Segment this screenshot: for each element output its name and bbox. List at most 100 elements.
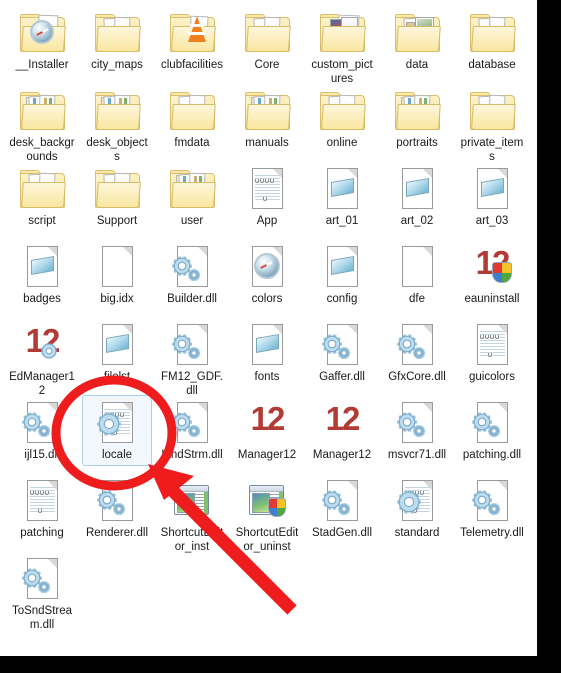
folder-front [396,104,441,130]
paper-fold-corner [273,325,282,334]
file-item[interactable]: ijl15.dll [7,395,77,465]
file-item[interactable]: App [232,161,302,231]
item-label: big.idx [100,293,134,305]
book-paper-icon [243,320,291,368]
gear-icon-small [188,347,200,359]
book-icon [106,333,129,354]
file-item[interactable]: guicolors [457,317,527,387]
item-label: Manager12 [237,449,297,461]
file-item[interactable]: LtndStrm.dll [157,395,227,465]
file-item[interactable]: 12 EdManager12 [7,317,77,400]
gear-paper-icon [393,398,441,446]
folder-item[interactable]: private_items [457,83,527,166]
folder-item[interactable]: clubfacilities [157,5,227,75]
gear-paper-icon [18,398,66,446]
file-item[interactable]: colors [232,239,302,309]
file-item[interactable]: patching [7,473,77,543]
file-item[interactable]: dfe [382,239,452,309]
folder-item[interactable]: Core [232,5,302,75]
item-label: guicolors [468,371,516,383]
file-item[interactable]: ShortcutEditor_uninst [232,473,302,556]
file-item[interactable]: patching.dll [457,395,527,465]
file-item[interactable]: Renderer.dll [82,473,152,543]
gear-icon [41,343,57,359]
folder-item[interactable]: desk_backgrounds [7,83,77,166]
file-item[interactable]: art_02 [382,161,452,231]
file-item[interactable]: Builder.dll [157,239,227,309]
spiral-binding [255,170,275,201]
file-item[interactable]: 12 Manager12 [307,395,377,465]
folder-item[interactable]: database [457,5,527,75]
file-item[interactable]: Gaffer.dll [307,317,377,387]
folder-vlc-icon [168,8,216,56]
paper-fold-corner [48,403,57,412]
folder-item[interactable]: fmdata [157,83,227,153]
blank-paper-icon [93,242,141,290]
folder-item[interactable]: desk_objects [82,83,152,166]
item-label: desk_backgrounds [9,137,75,163]
folder-item[interactable]: __Installer [7,5,77,75]
gear-icon-small [188,425,200,437]
file-explorer-pane[interactable]: __Installer city_maps clubfacilities Core cu… [0,0,537,656]
file-item[interactable]: 12 eauninstall [457,239,527,309]
folder-papers-icon [93,164,141,212]
folder-front [21,182,66,208]
file-item[interactable]: FM12_GDF.dll [157,317,227,400]
logo12-shield-icon: 12 [468,242,516,290]
folder-item[interactable]: user [157,161,227,231]
file-item[interactable]: msvcr71.dll [382,395,452,465]
file-item[interactable]: GfxCore.dll [382,317,452,387]
file-item[interactable]: StadGen.dll [307,473,377,543]
file-item[interactable]: ToSndStream.dll [7,551,77,634]
logo-12: 12 [250,400,286,437]
logo12-icon: 12 [318,398,366,446]
folder-item[interactable]: city_maps [82,5,152,75]
file-item[interactable]: art_01 [307,161,377,231]
compass-paper-icon [243,242,291,290]
file-item[interactable]: ShortcutEditor_inst [157,473,227,556]
folder-item[interactable]: data [382,5,452,75]
gear-icon-small [113,503,125,515]
item-label: desk_objects [86,137,148,163]
notepad-icon [468,320,516,368]
item-label: database [468,59,516,71]
file-item[interactable]: 12 Manager12 [232,395,302,465]
gear-paper-icon [18,554,66,602]
file-item[interactable]: config [307,239,377,309]
paper-fold-corner [48,559,57,568]
folder-papers-icon [18,164,66,212]
file-item[interactable]: big.idx [82,239,152,309]
item-label: online [326,137,358,149]
file-item[interactable]: locale [82,395,152,466]
folder-item[interactable]: custom_pictures [307,5,377,88]
folder-item[interactable]: manuals [232,83,302,153]
gear-icon-small [413,425,425,437]
item-label: script [28,215,56,227]
folder-item[interactable]: online [307,83,377,153]
folder-spines-icon [243,86,291,134]
file-item[interactable]: fonts [232,317,302,387]
file-item[interactable]: standard [382,473,452,543]
folder-front [171,104,216,130]
item-label: filelst [103,371,131,383]
folder-item[interactable]: Support [82,161,152,231]
file-item[interactable]: art_03 [457,161,527,231]
folder-item[interactable]: script [7,161,77,231]
item-label: fmdata [174,137,210,149]
item-label: art_03 [475,215,509,227]
item-label: Support [96,215,138,227]
item-label: private_items [460,137,524,163]
item-label: __Installer [15,59,69,71]
paper-fold-corner [348,325,357,334]
folder-item[interactable]: portraits [382,83,452,153]
book-icon [406,177,429,198]
book-paper-icon [18,242,66,290]
file-item[interactable]: Telemetry.dll [457,473,527,543]
icon-grid[interactable]: __Installer city_maps clubfacilities Core cu… [0,0,537,656]
item-label: Manager12 [312,449,372,461]
file-item[interactable]: badges [7,239,77,309]
item-label: GfxCore.dll [388,371,446,383]
folder-spines-icon [18,86,66,134]
app-window-icon [168,476,216,524]
file-item[interactable]: filelst [82,317,152,387]
